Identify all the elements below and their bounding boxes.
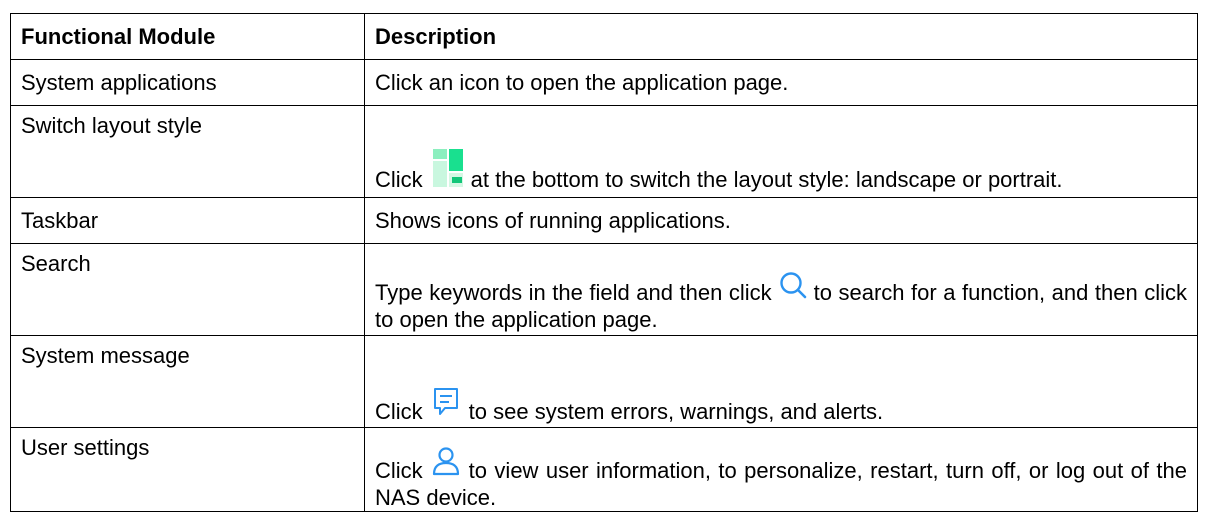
table-row: System message Click to see system errors… [10,335,1198,428]
table-row: User settings Click to view user informat… [10,427,1198,512]
module-description: Shows icons of running applications. [364,197,1198,244]
table-row: Search Type keywords in the field and th… [10,243,1198,336]
user-icon [431,446,461,482]
search-icon [778,270,808,306]
module-description: Click to see system errors, warnings, and… [364,335,1198,428]
header-functional-module: Functional Module [10,13,365,60]
message-icon [433,387,459,423]
table-header-row: Functional Module Description [10,13,1198,60]
table-row: Switch layout style Click at the bottom t… [10,105,1198,198]
module-name: User settings [10,427,365,512]
layout-switch-icon [432,149,463,195]
module-name: Taskbar [10,197,365,244]
description-text-before: Click [375,458,423,483]
description-text-before: Type keywords in the field and then clic… [375,280,772,305]
functional-module-table: Functional Module Description System app… [10,13,1198,512]
module-description: Type keywords in the field and then clic… [364,243,1198,336]
table-row: Taskbar Shows icons of running applicati… [10,197,1198,244]
module-description: Click to view user information, to person… [364,427,1198,512]
header-description: Description [364,13,1198,60]
description-text-after: to view user information, to personalize… [375,458,1187,510]
module-description: Click at the bottom to switch the layout … [364,105,1198,198]
description-text-before: Click [375,399,423,424]
module-name: Search [10,243,365,336]
description-text: Click an icon to open the application pa… [375,70,789,95]
description-text: Shows icons of running applications. [375,208,731,233]
module-name: System message [10,335,365,428]
module-description: Click an icon to open the application pa… [364,59,1198,106]
module-name: Switch layout style [10,105,365,198]
module-name: System applications [10,59,365,106]
description-text-after: at the bottom to switch the layout style… [470,167,1063,192]
description-text-before: Click [375,167,423,192]
table-row: System applications Click an icon to ope… [10,59,1198,106]
description-text-after: to see system errors, warnings, and aler… [468,399,884,424]
